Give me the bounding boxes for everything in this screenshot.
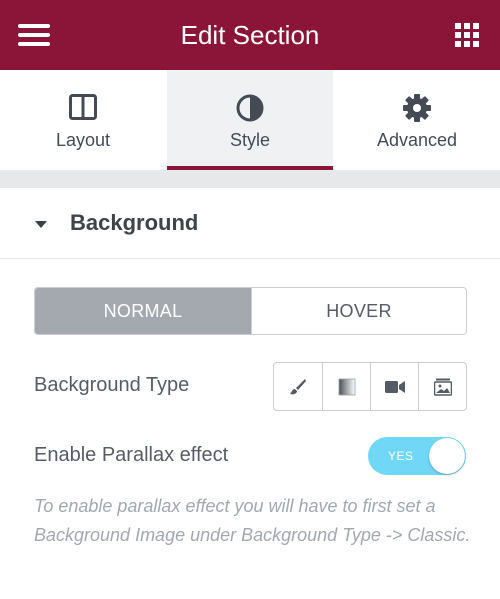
background-type-gradient[interactable] bbox=[322, 363, 370, 410]
background-type-choices bbox=[273, 362, 467, 411]
tab-style-label: Style bbox=[229, 130, 271, 150]
layout-columns-icon bbox=[69, 94, 97, 120]
tab-layout-label: Layout bbox=[55, 130, 111, 150]
hover-state-button[interactable]: HOVER bbox=[251, 288, 466, 334]
panel-tabs: Layout Style Advanced bbox=[0, 70, 500, 170]
background-type-label: Background Type bbox=[34, 374, 190, 396]
section-divider bbox=[0, 170, 500, 188]
classic-brush-icon bbox=[290, 378, 306, 394]
tab-advanced[interactable]: Advanced bbox=[334, 70, 500, 170]
gradient-icon bbox=[338, 378, 355, 395]
background-section-header[interactable]: Background bbox=[0, 188, 500, 259]
tab-advanced-label: Advanced bbox=[376, 130, 458, 150]
state-toggle: NORMAL HOVER bbox=[34, 287, 467, 335]
caret-down-icon bbox=[35, 221, 47, 228]
parallax-label: Enable Parallax effect bbox=[34, 444, 229, 466]
background-type-classic[interactable] bbox=[274, 363, 322, 410]
parallax-toggle-switch[interactable]: YES bbox=[368, 437, 466, 475]
gear-icon bbox=[403, 94, 431, 122]
tab-layout[interactable]: Layout bbox=[0, 70, 166, 170]
switch-yes-text: YES bbox=[388, 449, 414, 463]
section-title: Background bbox=[70, 210, 199, 235]
background-type-slideshow[interactable] bbox=[418, 363, 466, 410]
background-type-video[interactable] bbox=[370, 363, 418, 410]
normal-state-button[interactable]: NORMAL bbox=[35, 288, 251, 334]
switch-knob bbox=[429, 438, 465, 474]
grid-apps-icon[interactable] bbox=[455, 23, 479, 47]
half-circle-contrast-icon bbox=[236, 94, 264, 122]
panel-header: Edit Section bbox=[0, 0, 500, 70]
tab-style[interactable]: Style bbox=[167, 70, 333, 170]
video-camera-icon bbox=[384, 380, 405, 393]
panel-title: Edit Section bbox=[180, 20, 320, 50]
slideshow-image-icon bbox=[433, 378, 452, 396]
parallax-help-text: To enable parallax effect you will have … bbox=[34, 496, 471, 545]
